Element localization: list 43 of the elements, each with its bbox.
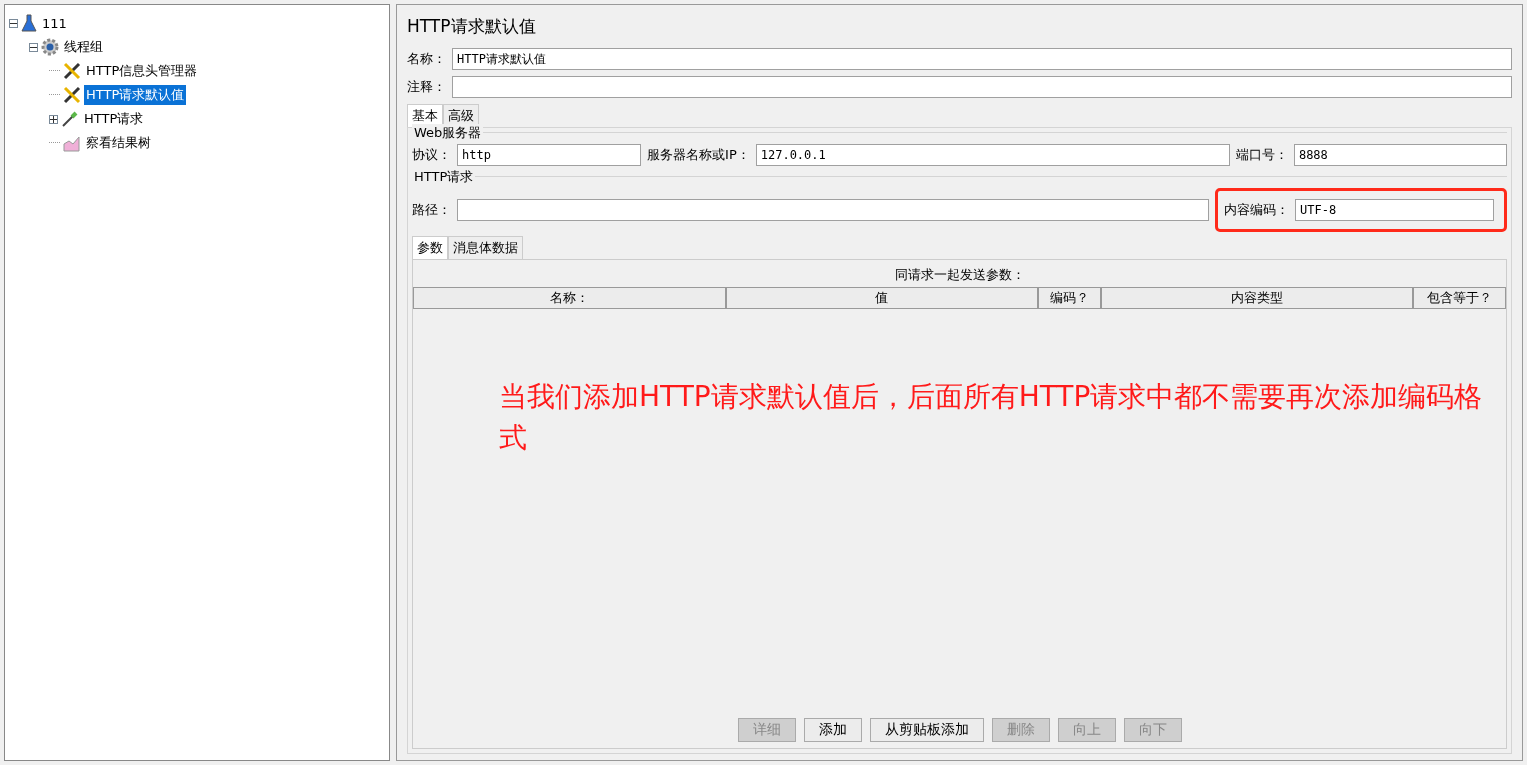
- gear-icon: [41, 38, 59, 56]
- field-label: 名称：: [407, 50, 446, 68]
- pipette-icon: [61, 110, 79, 128]
- column-header[interactable]: 名称：: [413, 287, 726, 309]
- group-title: HTTP请求: [412, 168, 476, 186]
- column-header[interactable]: 内容类型: [1100, 287, 1414, 309]
- port-field[interactable]: 8888: [1293, 144, 1507, 166]
- tree-item[interactable]: 察看结果树: [84, 133, 153, 153]
- tab[interactable]: 消息体数据: [448, 236, 523, 259]
- tree-item[interactable]: 线程组: [62, 37, 105, 57]
- column-header[interactable]: 值: [725, 287, 1039, 309]
- chart-icon: [63, 134, 81, 152]
- table-caption: 同请求一起发送参数：: [894, 266, 1025, 284]
- annotation-text: 当我们添加HTTP请求默认值后，后面所有HTTP请求中都不需要再次添加编码格式: [499, 379, 1484, 456]
- action-button[interactable]: 从剪贴板添加: [869, 718, 984, 742]
- tree-item[interactable]: HTTP请求: [82, 109, 146, 129]
- collapse-icon[interactable]: [9, 18, 18, 28]
- field-label: 路径：: [412, 201, 451, 219]
- protocol-field[interactable]: http: [457, 144, 642, 166]
- column-header[interactable]: 编码？: [1038, 287, 1101, 309]
- tree-item[interactable]: HTTP信息头管理器: [84, 61, 200, 81]
- name-field[interactable]: HTTP请求默认值: [452, 48, 1512, 70]
- group-title: Web服务器: [412, 124, 484, 142]
- field-label: 内容编码：: [1224, 201, 1289, 219]
- encoding-field[interactable]: UTF-8: [1295, 199, 1494, 221]
- collapse-icon[interactable]: [29, 42, 38, 52]
- expand-icon[interactable]: [49, 114, 58, 124]
- panel-title: HTTP请求默认值: [407, 15, 537, 38]
- action-button[interactable]: 添加: [803, 718, 862, 742]
- field-label: 端口号：: [1235, 146, 1288, 164]
- tools-icon: [63, 62, 81, 80]
- tab[interactable]: 参数: [412, 236, 448, 259]
- field-label: 服务器名称或IP：: [647, 146, 750, 164]
- field-label: 注释：: [407, 78, 446, 96]
- path-field[interactable]: [457, 199, 1209, 221]
- tree-item[interactable]: 111: [40, 14, 69, 32]
- server-field[interactable]: 127.0.0.1: [755, 144, 1230, 166]
- flask-icon: [21, 14, 37, 32]
- comment-field[interactable]: [452, 76, 1512, 98]
- tree-item[interactable]: HTTP请求默认值: [84, 85, 187, 105]
- tools-icon: [63, 86, 81, 104]
- field-label: 协议：: [412, 146, 451, 164]
- column-header[interactable]: 包含等于？: [1413, 287, 1506, 309]
